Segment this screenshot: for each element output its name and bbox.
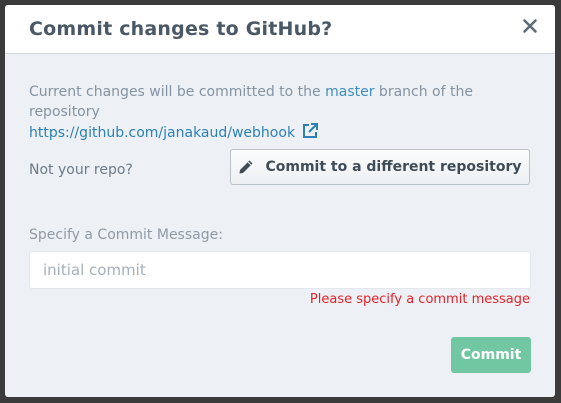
branch-name: master bbox=[325, 84, 375, 100]
commit-button[interactable]: Commit bbox=[451, 337, 531, 373]
description-prefix: Current changes will be committed to the bbox=[29, 84, 326, 100]
commit-description: Current changes will be committed to the… bbox=[29, 82, 534, 143]
repo-link[interactable]: https://github.com/janakaud/webhook bbox=[29, 125, 295, 141]
commit-message-error: Please specify a commit message bbox=[309, 292, 530, 307]
commit-to-different-repo-button[interactable]: Commit to a different repository bbox=[230, 149, 530, 185]
close-icon[interactable] bbox=[521, 17, 539, 35]
external-link-icon[interactable] bbox=[301, 122, 319, 140]
not-your-repo-label: Not your repo? bbox=[29, 162, 133, 178]
dialog-title: Commit changes to GitHub? bbox=[29, 18, 333, 40]
commit-dialog: Commit changes to GitHub? Current change… bbox=[5, 5, 555, 397]
pencil-icon bbox=[238, 159, 254, 175]
commit-message-label: Specify a Commit Message: bbox=[29, 227, 223, 243]
commit-message-input[interactable] bbox=[29, 251, 531, 289]
dialog-header: Commit changes to GitHub? bbox=[5, 5, 555, 54]
commit-to-different-repo-label: Commit to a different repository bbox=[265, 159, 522, 175]
